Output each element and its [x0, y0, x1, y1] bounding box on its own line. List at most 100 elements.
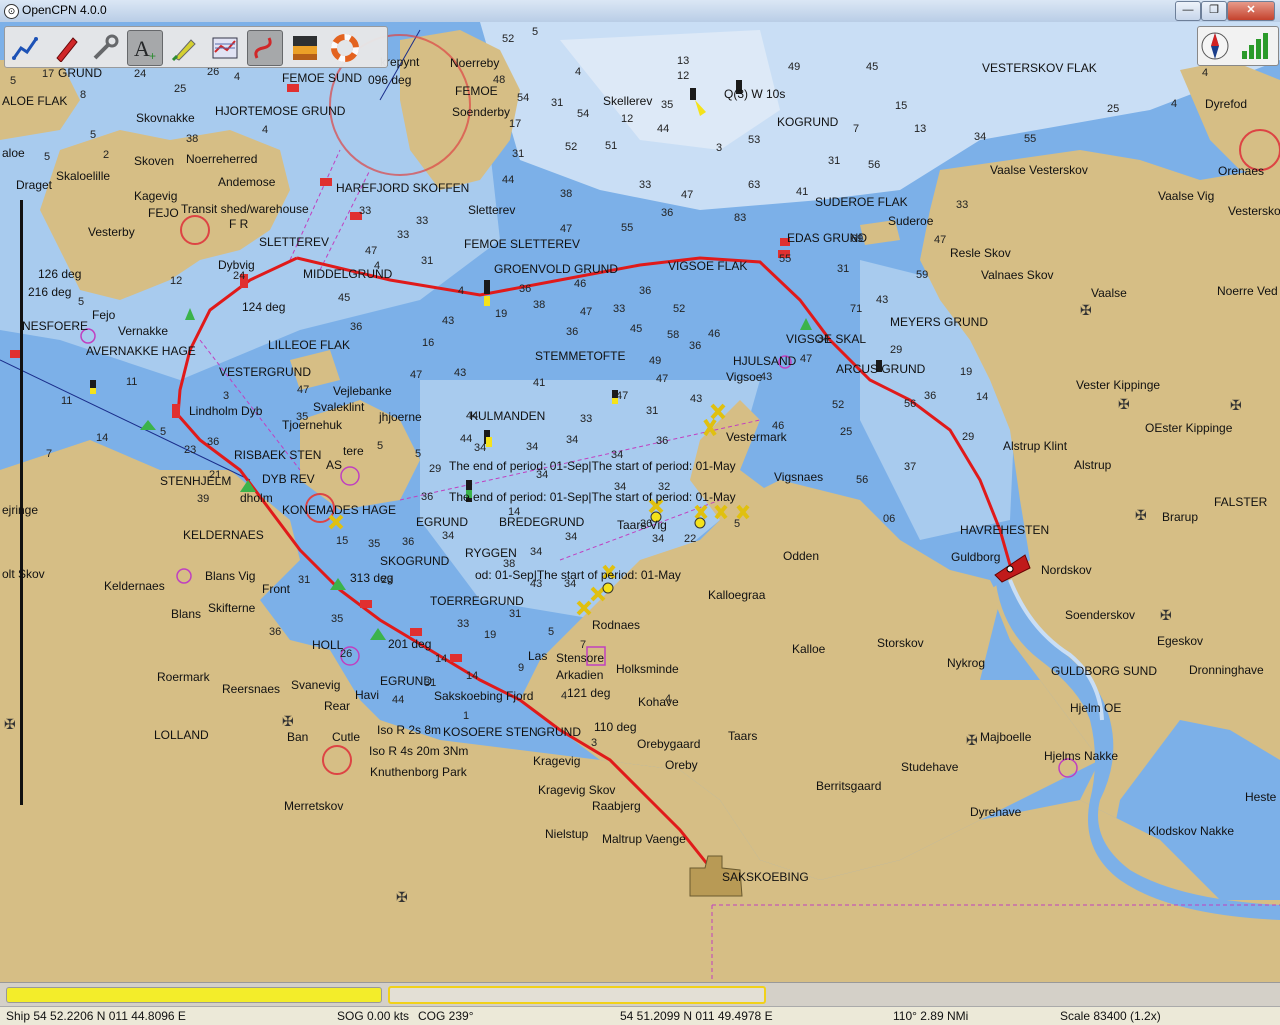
route-manager-icon[interactable] — [207, 30, 243, 66]
depth-sounding: 59 — [916, 269, 928, 281]
depth-sounding: 31 — [551, 97, 563, 109]
depth-sounding: 34 — [566, 434, 578, 446]
depth-sounding: 35 — [331, 613, 343, 625]
text-icon[interactable]: A+ — [127, 30, 163, 66]
chart-label: Svaleklint — [313, 400, 364, 414]
chart-label: Ban — [287, 730, 308, 744]
chart-label: Vigsnaes — [774, 470, 823, 484]
ship-position: Ship 54 52.2206 N 011 44.8096 E — [6, 1009, 186, 1023]
depth-sounding: 45 — [866, 61, 878, 73]
depth-sounding: 31 — [298, 574, 310, 586]
depth-sounding: 4 — [262, 124, 268, 136]
sunset-icon[interactable] — [287, 30, 323, 66]
depth-sounding: 12 — [170, 275, 182, 287]
chart-label: NESFOERE — [22, 319, 88, 333]
wrench-icon[interactable] — [87, 30, 123, 66]
depth-sounding: 23 — [184, 444, 196, 456]
depth-sounding: 4 — [458, 285, 464, 297]
chart-label: Berritsgaard — [816, 779, 881, 793]
depth-sounding: 34 — [614, 481, 626, 493]
main-toolbar: A+ — [4, 26, 388, 68]
depth-sounding: 53 — [748, 134, 760, 146]
restore-button[interactable]: ❐ — [1201, 1, 1227, 21]
depth-sounding: 5 — [548, 626, 554, 638]
chart-label: ALOE FLAK — [2, 94, 67, 108]
chart-label: STEMMETOFTE — [535, 349, 625, 363]
depth-sounding: 47 — [934, 234, 946, 246]
depth-sounding: 24 — [233, 270, 245, 282]
depth-sounding: 43 — [454, 367, 466, 379]
depth-sounding: 33 — [397, 229, 409, 241]
depth-sounding: 33 — [359, 205, 371, 217]
depth-sounding: 38 — [503, 558, 515, 570]
chart-label: KOSOERE STEN — [443, 725, 538, 739]
depth-sounding: 34 — [530, 546, 542, 558]
chart-label: Alstrup Klint — [1003, 439, 1067, 453]
svg-text:✠: ✠ — [396, 889, 408, 905]
chart-bar-active-chart[interactable] — [6, 987, 382, 1003]
depth-sounding: 71 — [850, 303, 862, 315]
depth-sounding: 37 — [904, 461, 916, 473]
depth-sounding: 3 — [591, 737, 597, 749]
chart-label: Vesterby — [88, 225, 135, 239]
chart-label: FALSTER — [1214, 495, 1267, 509]
depth-sounding: 36 — [639, 285, 651, 297]
chart-label: KONEMADES HAGE — [282, 503, 396, 517]
route-icon[interactable] — [7, 30, 43, 66]
depth-sounding: 31 — [828, 155, 840, 167]
depth-sounding: 9 — [518, 662, 524, 674]
depth-sounding: 36 — [350, 321, 362, 333]
depth-sounding: 34 — [565, 531, 577, 543]
minimize-button[interactable]: — — [1175, 1, 1201, 21]
ship-icon[interactable] — [47, 30, 83, 66]
chart-label: TOERREGRUND — [430, 594, 524, 608]
depth-sounding: 47 — [616, 390, 628, 402]
chart-label: The end of period: 01-Sep|The start of p… — [449, 490, 736, 504]
compass-widget[interactable] — [1197, 26, 1279, 66]
depth-sounding: 31 — [424, 677, 436, 689]
close-button[interactable]: ✕ — [1227, 1, 1275, 21]
depth-sounding: 43 — [530, 578, 542, 590]
svg-text:✠: ✠ — [4, 716, 16, 732]
lifebuoy-icon[interactable] — [327, 30, 363, 66]
depth-sounding: 44 — [460, 433, 472, 445]
chart-label: Tjoernehuk — [282, 418, 342, 432]
chart-label: GROENVOLD GRUND — [494, 262, 618, 276]
svg-text:✠: ✠ — [966, 732, 978, 748]
depth-sounding: 34 — [974, 131, 986, 143]
depth-sounding: 83 — [734, 212, 746, 224]
chart-label: Noerreby — [450, 56, 499, 70]
depth-sounding: 34 — [474, 442, 486, 454]
chart-label: FEMOE SUND — [282, 71, 362, 85]
depth-sounding: 36 — [519, 283, 531, 295]
chart-label: Q(3) W 10s — [724, 87, 785, 101]
chart-label: HAREFJORD SKOFFEN — [336, 181, 469, 195]
depth-sounding: 34 — [442, 530, 454, 542]
depth-sounding: 7 — [46, 448, 52, 460]
depth-sounding: 36 — [640, 518, 652, 530]
chart-label: ARCUS GRUND — [836, 362, 925, 376]
chart-label: Orebygaard — [637, 737, 700, 751]
chart-label: GRUND — [58, 66, 102, 80]
svg-text:A: A — [134, 36, 150, 61]
chart-canvas[interactable]: ✠✠✠ ✠✠✠ ✠✠✠ GRUNDALOE FLAKSkovnakkeHJORT… — [0, 22, 1280, 982]
depth-sounding: 13 — [914, 123, 926, 135]
chart-label: Suderoe — [888, 214, 933, 228]
depth-sounding: 55 — [1024, 133, 1036, 145]
chart-bar-chart[interactable] — [388, 986, 766, 1004]
depth-sounding: 36 — [656, 435, 668, 447]
depth-sounding: 4 — [234, 71, 240, 83]
svg-text:✠: ✠ — [282, 713, 294, 729]
track-icon[interactable] — [247, 30, 283, 66]
depth-sounding: 33 — [457, 618, 469, 630]
chart-label: Soenderby — [452, 105, 510, 119]
depth-sounding: 45 — [630, 323, 642, 335]
chart-label: Vaalse — [1091, 286, 1127, 300]
depth-sounding: 63 — [748, 179, 760, 191]
chart-label: 096 deg — [368, 73, 411, 87]
chart-label: Dronninghave — [1189, 663, 1264, 677]
depth-sounding: 52 — [502, 33, 514, 45]
depth-sounding: 47 — [297, 384, 309, 396]
pencil-icon[interactable] — [167, 30, 203, 66]
cursor-position: 54 51.2099 N 011 49.4978 E — [620, 1009, 773, 1023]
